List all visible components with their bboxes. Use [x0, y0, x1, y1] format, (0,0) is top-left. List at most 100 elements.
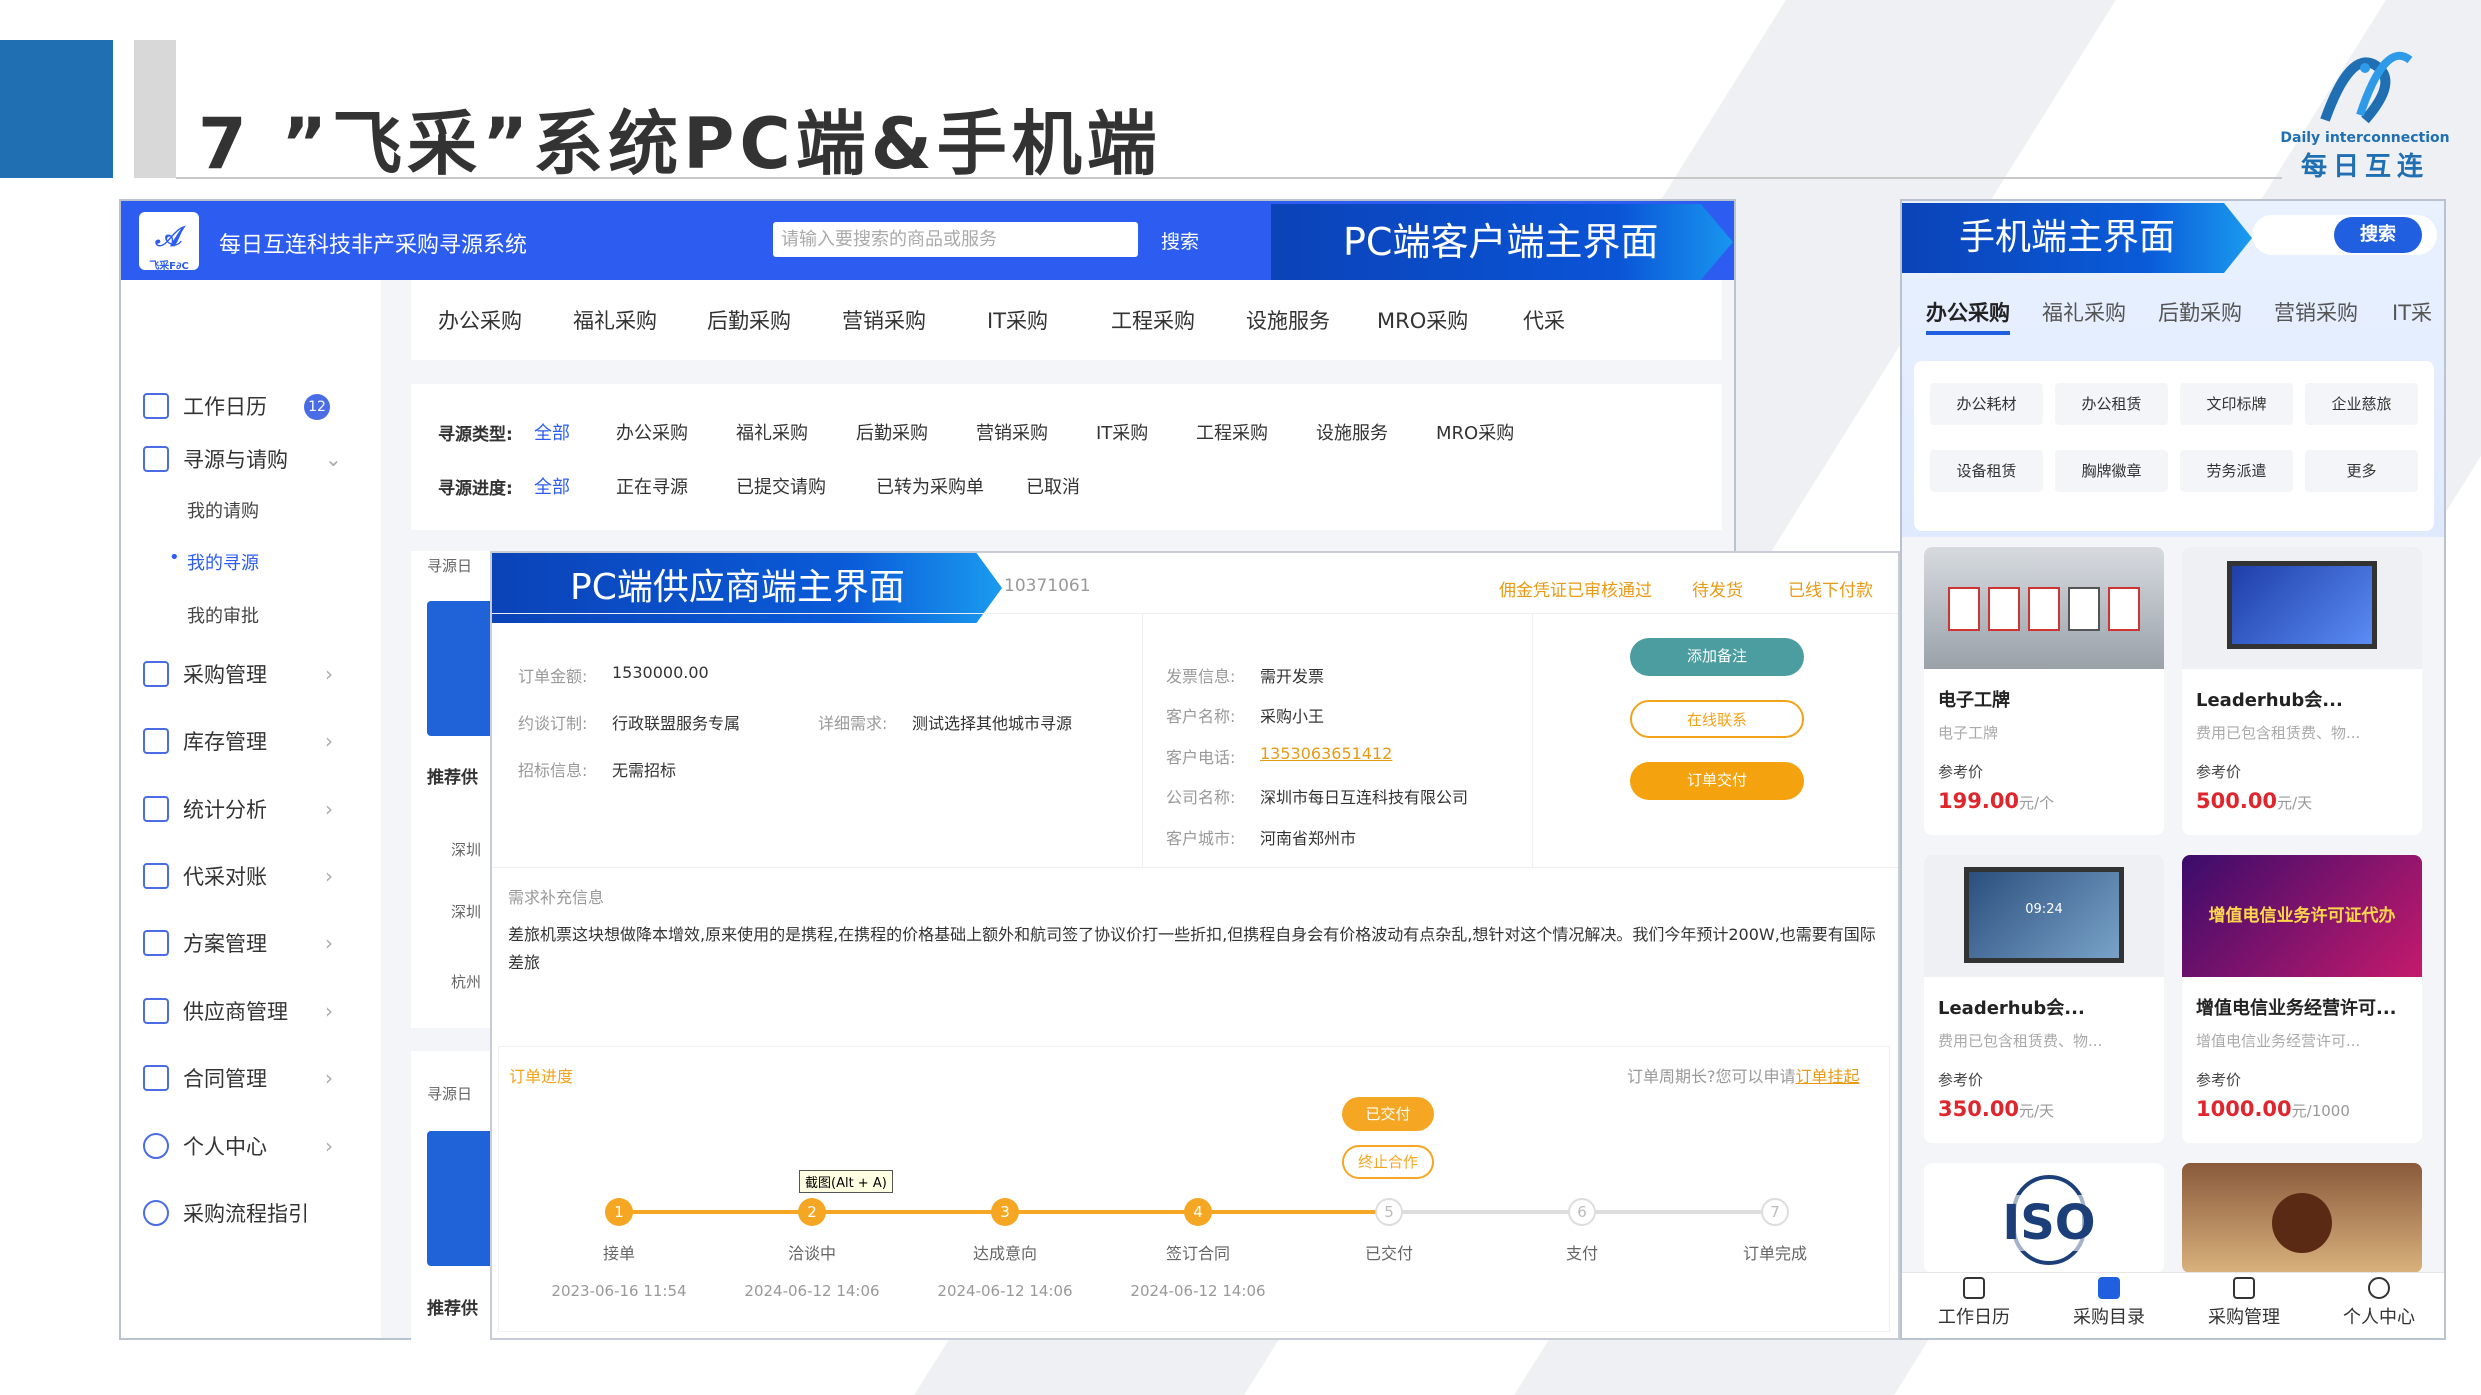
sidebar-item-analytics[interactable]: 统计分析 › — [143, 794, 333, 824]
product-card[interactable]: Leaderhub会... 费用已包含租赁费、物... 参考价 500.00元/… — [2182, 547, 2422, 835]
filter-progress-option[interactable]: 全部 — [534, 473, 570, 499]
online-contact-button[interactable]: 在线联系 — [1630, 700, 1804, 738]
sidebar-item-label: 寻源与请购 — [183, 448, 288, 472]
tab-proxy[interactable]: 代采 — [1523, 305, 1565, 335]
filter-type-option[interactable]: MRO采购 — [1436, 419, 1514, 445]
chevron-right-icon: › — [325, 729, 333, 753]
sidebar-item-inventory[interactable]: 库存管理 › — [143, 726, 333, 756]
tab-facilities[interactable]: 设施服务 — [1246, 305, 1330, 335]
filter-progress-option[interactable]: 已取消 — [1026, 473, 1080, 499]
sidebar-item-calendar[interactable]: 工作日历 — [143, 391, 267, 421]
field-label: 客户名称: — [1166, 707, 1236, 726]
status-pending-shipment: 待发货 — [1692, 581, 1743, 601]
mobile-category[interactable]: 劳务派遣 — [2180, 450, 2293, 492]
sourcing-thumbnail — [427, 601, 497, 736]
sidebar-item-profile[interactable]: 个人中心 › — [143, 1131, 333, 1161]
tab-it[interactable]: IT采购 — [987, 305, 1048, 335]
tab-gifts[interactable]: 福礼采购 — [573, 305, 657, 335]
recommend-label: 推荐供 — [427, 1299, 478, 1319]
field-label: 订单金额: — [518, 667, 588, 686]
sidebar-item-procurement[interactable]: 采购管理 › — [143, 659, 333, 689]
step-dot: 6 — [1568, 1198, 1596, 1226]
nav-calendar[interactable]: 工作日历 — [1909, 1277, 2039, 1329]
sidebar-item-contracts[interactable]: 合同管理 › — [143, 1063, 333, 1093]
screen-image: 09:24 — [1964, 867, 2124, 963]
customer-phone-link[interactable]: 1353063651412 — [1260, 744, 1392, 763]
sidebar-sub-approvals[interactable]: 我的审批 — [187, 602, 259, 628]
order-amount: 1530000.00 — [612, 663, 709, 682]
suspend-order-link[interactable]: 订单挂起 — [1796, 1067, 1860, 1086]
filter-type-option[interactable]: 营销采购 — [976, 419, 1048, 445]
filter-progress-label: 寻源进度: — [438, 479, 513, 499]
search-button[interactable]: 搜索 — [1161, 227, 1199, 254]
product-card[interactable]: 电子工牌 电子工牌 参考价 199.00元/个 — [1924, 547, 2164, 835]
sourcing-card[interactable]: 寻源日 推荐供 — [411, 1051, 497, 1341]
mobile-tab-marketing[interactable]: 营销采购 — [2274, 297, 2358, 327]
title-accent-block — [0, 40, 113, 178]
mobile-category[interactable]: 办公租赁 — [2055, 383, 2168, 425]
mobile-category[interactable]: 设备租赁 — [1930, 450, 2043, 492]
nav-catalog[interactable]: 采购目录 — [2044, 1277, 2174, 1329]
filter-type-option[interactable]: 设施服务 — [1316, 419, 1388, 445]
sourcing-card[interactable]: 寻源日 推荐供 深圳 深圳 杭州 — [411, 551, 497, 1028]
nav-profile[interactable]: 个人中心 — [2314, 1277, 2444, 1329]
mobile-tab-gifts[interactable]: 福礼采购 — [2042, 297, 2126, 327]
tab-marketing[interactable]: 营销采购 — [842, 305, 926, 335]
nav-procurement[interactable]: 采购管理 — [2179, 1277, 2309, 1329]
sidebar-item-suppliers[interactable]: 供应商管理 › — [143, 996, 333, 1026]
mobile-tab-it[interactable]: IT采 — [2392, 297, 2432, 327]
iso-text: ISO — [1994, 1195, 2104, 1251]
filter-progress-option[interactable]: 已提交请购 — [736, 473, 826, 499]
terminate-button[interactable]: 终止合作 — [1342, 1145, 1434, 1179]
field-label: 公司名称: — [1166, 788, 1236, 807]
recommend-label: 推荐供 — [427, 768, 478, 788]
product-card[interactable] — [2182, 1163, 2422, 1273]
tab-mro[interactable]: MRO采购 — [1377, 305, 1468, 335]
search-input[interactable] — [773, 222, 1138, 257]
sidebar-sub-my-sourcing[interactable]: • 我的寻源 — [169, 547, 259, 575]
decor-image — [2272, 1193, 2332, 1253]
user-icon — [143, 1133, 169, 1159]
sidebar-item-guide[interactable]: 采购流程指引 — [143, 1198, 309, 1228]
divider — [492, 613, 1898, 614]
nav-label: 采购管理 — [2208, 1307, 2280, 1328]
filter-progress-option[interactable]: 正在寻源 — [616, 473, 688, 499]
filter-type-option[interactable]: 福礼采购 — [736, 419, 808, 445]
filter-type-option[interactable]: 全部 — [534, 419, 570, 445]
tab-engineering[interactable]: 工程采购 — [1111, 305, 1195, 335]
delivered-button[interactable]: 已交付 — [1342, 1097, 1434, 1131]
divider — [1532, 613, 1533, 867]
detail-requirement: 测试选择其他城市寻源 — [912, 714, 1073, 733]
deliver-order-button[interactable]: 订单交付 — [1630, 762, 1804, 800]
mobile-category[interactable]: 文印标牌 — [2180, 383, 2293, 425]
sidebar-item-sourcing[interactable]: 寻源与请购 ⌄ — [143, 444, 342, 474]
mobile-category[interactable]: 更多 — [2305, 450, 2418, 492]
add-note-button[interactable]: 添加备注 — [1630, 638, 1804, 676]
mobile-search-button[interactable]: 搜索 — [2334, 217, 2422, 253]
filter-progress-option[interactable]: 已转为采购单 — [876, 473, 984, 499]
nav-label: 工作日历 — [1938, 1307, 2010, 1328]
divider — [492, 867, 1898, 868]
filter-type-option[interactable]: 办公采购 — [616, 419, 688, 445]
sidebar-sub-requisitions[interactable]: 我的请购 — [187, 497, 259, 523]
sidebar-item-reconciliation[interactable]: 代采对账 › — [143, 861, 333, 891]
mobile-category[interactable]: 企业慈旅 — [2305, 383, 2418, 425]
sidebar-item-plans[interactable]: 方案管理 › — [143, 928, 333, 958]
product-card[interactable]: ISO — [1924, 1163, 2164, 1273]
tab-logistics[interactable]: 后勤采购 — [707, 305, 791, 335]
filter-type-option[interactable]: 后勤采购 — [856, 419, 928, 445]
sidebar-item-label: 统计分析 — [183, 798, 267, 822]
app-logo[interactable]: 𝒜 飞采F∂C — [139, 212, 199, 272]
mobile-category[interactable]: 胸牌徽章 — [2055, 450, 2168, 492]
mobile-tab-logistics[interactable]: 后勤采购 — [2158, 297, 2242, 327]
sidebar-item-label: 方案管理 — [183, 932, 267, 956]
product-ref-label: 参考价 — [1938, 763, 1984, 781]
price-value: 350.00 — [1938, 1097, 2020, 1121]
mobile-category[interactable]: 办公耗材 — [1930, 383, 2043, 425]
product-card[interactable]: 增值电信业务许可证代办 增值电信业务经营许可... 增值电信业务经营许可... … — [2182, 855, 2422, 1143]
product-card[interactable]: 09:24 Leaderhub会... 费用已包含租赁费、物... 参考价 35… — [1924, 855, 2164, 1143]
tab-office[interactable]: 办公采购 — [438, 305, 522, 335]
mobile-tab-office[interactable]: 办公采购 — [1926, 297, 2010, 335]
filter-type-option[interactable]: 工程采购 — [1196, 419, 1268, 445]
filter-type-option[interactable]: IT采购 — [1096, 419, 1148, 445]
